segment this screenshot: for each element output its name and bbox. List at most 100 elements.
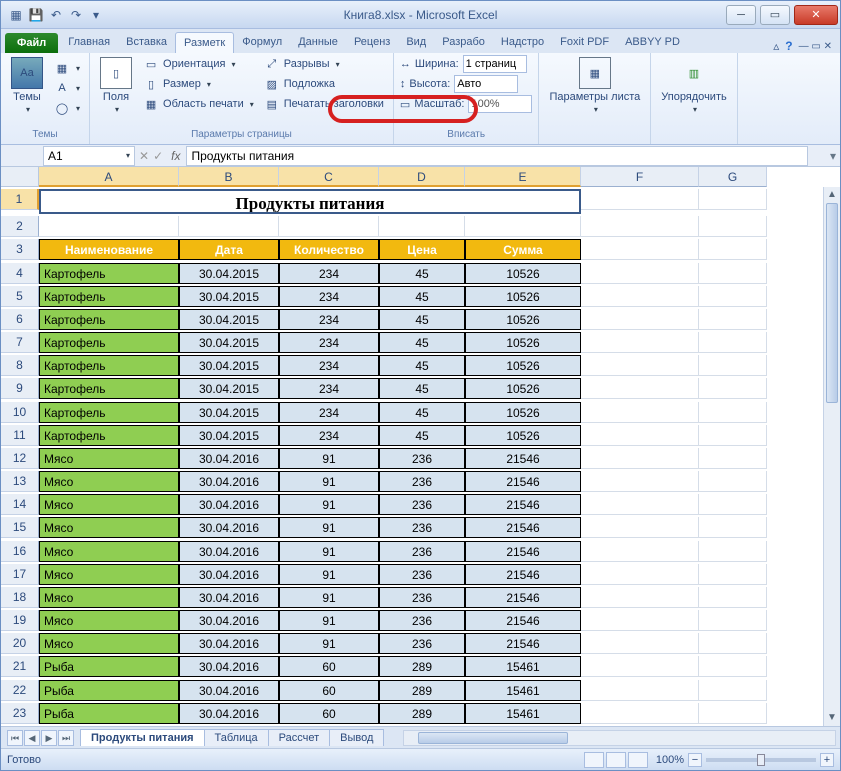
row-header-5[interactable]: 5: [1, 286, 39, 307]
cell-G1[interactable]: [699, 189, 767, 210]
cell-sum-8[interactable]: 10526: [465, 355, 581, 376]
cell-sum-21[interactable]: 15461: [465, 656, 581, 677]
cell-date-19[interactable]: 30.04.2016: [179, 610, 279, 631]
sheet-tab-1[interactable]: Таблица: [204, 729, 269, 746]
height-input[interactable]: [454, 75, 518, 93]
cell-price-4[interactable]: 45: [379, 263, 465, 284]
cell-name-12[interactable]: Мясо: [39, 448, 179, 469]
cell-G18[interactable]: [699, 587, 767, 608]
cell-date-23[interactable]: 30.04.2016: [179, 703, 279, 724]
cell-name-5[interactable]: Картофель: [39, 286, 179, 307]
cell-F14[interactable]: [581, 494, 699, 515]
zoom-in[interactable]: +: [820, 753, 834, 767]
cell-F17[interactable]: [581, 564, 699, 585]
cell-date-22[interactable]: 30.04.2016: [179, 680, 279, 701]
cell-r2-4[interactable]: [465, 216, 581, 237]
sheet-options-button[interactable]: ▦ Параметры листа▾: [545, 55, 644, 116]
cell-qty-11[interactable]: 234: [279, 425, 379, 446]
qat-customize[interactable]: ▾: [87, 6, 105, 24]
tab-разрабо[interactable]: Разрабо: [434, 32, 493, 53]
arrange-button[interactable]: ▥ Упорядочить▾: [657, 55, 730, 116]
cell-sum-23[interactable]: 15461: [465, 703, 581, 724]
cell-date-7[interactable]: 30.04.2015: [179, 332, 279, 353]
formula-input[interactable]: Продукты питания: [186, 146, 808, 166]
cell-G20[interactable]: [699, 633, 767, 654]
row-header-16[interactable]: 16: [1, 541, 39, 562]
sheet-tab-2[interactable]: Рассчет: [268, 729, 331, 746]
cell-qty-4[interactable]: 234: [279, 263, 379, 284]
tab-главная[interactable]: Главная: [60, 32, 118, 53]
cell-price-8[interactable]: 45: [379, 355, 465, 376]
cell-date-9[interactable]: 30.04.2015: [179, 378, 279, 399]
cell-G11[interactable]: [699, 425, 767, 446]
row-header-19[interactable]: 19: [1, 610, 39, 631]
cell-qty-20[interactable]: 91: [279, 633, 379, 654]
cell-F20[interactable]: [581, 633, 699, 654]
cell-price-11[interactable]: 45: [379, 425, 465, 446]
cell-qty-12[interactable]: 91: [279, 448, 379, 469]
cell-F18[interactable]: [581, 587, 699, 608]
scroll-up-icon[interactable]: ▲: [824, 187, 840, 203]
cell-price-23[interactable]: 289: [379, 703, 465, 724]
cell-date-10[interactable]: 30.04.2015: [179, 402, 279, 423]
cell-F12[interactable]: [581, 448, 699, 469]
cell-F11[interactable]: [581, 425, 699, 446]
themes-button[interactable]: Aa Темы▾: [7, 55, 47, 116]
cell-date-4[interactable]: 30.04.2015: [179, 263, 279, 284]
cell-qty-14[interactable]: 91: [279, 494, 379, 515]
col-header-C[interactable]: C: [279, 167, 379, 187]
row-header-13[interactable]: 13: [1, 471, 39, 492]
fx-icon[interactable]: fx: [165, 149, 186, 163]
cell-sum-7[interactable]: 10526: [465, 332, 581, 353]
cell-date-8[interactable]: 30.04.2015: [179, 355, 279, 376]
width-input[interactable]: [463, 55, 527, 73]
maximize-button[interactable]: ▭: [760, 5, 790, 25]
cell-price-22[interactable]: 289: [379, 680, 465, 701]
cell-name-23[interactable]: Рыба: [39, 703, 179, 724]
cell-r2-0[interactable]: [39, 216, 179, 237]
cell-date-17[interactable]: 30.04.2016: [179, 564, 279, 585]
cell-date-13[interactable]: 30.04.2016: [179, 471, 279, 492]
expand-formula-icon[interactable]: ▾: [826, 149, 840, 163]
cell-sum-20[interactable]: 21546: [465, 633, 581, 654]
theme-colors[interactable]: ▦▾: [51, 59, 83, 77]
cell-date-16[interactable]: 30.04.2016: [179, 541, 279, 562]
cell-sum-10[interactable]: 10526: [465, 402, 581, 423]
cell-qty-8[interactable]: 234: [279, 355, 379, 376]
cell-G17[interactable]: [699, 564, 767, 585]
row-header-22[interactable]: 22: [1, 680, 39, 701]
cell-price-12[interactable]: 236: [379, 448, 465, 469]
print-titles-button[interactable]: ▤Печатать заголовки: [261, 95, 387, 113]
cell-price-14[interactable]: 236: [379, 494, 465, 515]
zoom-out[interactable]: −: [688, 753, 702, 767]
cell-F8[interactable]: [581, 355, 699, 376]
cell-qty-15[interactable]: 91: [279, 517, 379, 538]
cell-sum-5[interactable]: 10526: [465, 286, 581, 307]
cell-qty-17[interactable]: 91: [279, 564, 379, 585]
cell-price-13[interactable]: 236: [379, 471, 465, 492]
row-header-20[interactable]: 20: [1, 633, 39, 654]
cell-qty-19[interactable]: 91: [279, 610, 379, 631]
cell-sum-15[interactable]: 21546: [465, 517, 581, 538]
cell-date-6[interactable]: 30.04.2015: [179, 309, 279, 330]
cell-qty-23[interactable]: 60: [279, 703, 379, 724]
tab-foxit pdf[interactable]: Foxit PDF: [552, 32, 617, 53]
row-header-3[interactable]: 3: [1, 239, 39, 260]
cell-name-22[interactable]: Рыба: [39, 680, 179, 701]
cell-F9[interactable]: [581, 378, 699, 399]
cell-sum-6[interactable]: 10526: [465, 309, 581, 330]
cell-sum-14[interactable]: 21546: [465, 494, 581, 515]
cell-F7[interactable]: [581, 332, 699, 353]
cell-r2-2[interactable]: [279, 216, 379, 237]
row-header-23[interactable]: 23: [1, 703, 39, 724]
cell-name-11[interactable]: Картофель: [39, 425, 179, 446]
row-header-7[interactable]: 7: [1, 332, 39, 353]
scroll-down-icon[interactable]: ▼: [824, 710, 840, 726]
cell-F10[interactable]: [581, 402, 699, 423]
cell-G3[interactable]: [699, 239, 767, 260]
col-header-G[interactable]: G: [699, 167, 767, 187]
cell-name-20[interactable]: Мясо: [39, 633, 179, 654]
cell-price-21[interactable]: 289: [379, 656, 465, 677]
cell-name-16[interactable]: Мясо: [39, 541, 179, 562]
cell-F13[interactable]: [581, 471, 699, 492]
